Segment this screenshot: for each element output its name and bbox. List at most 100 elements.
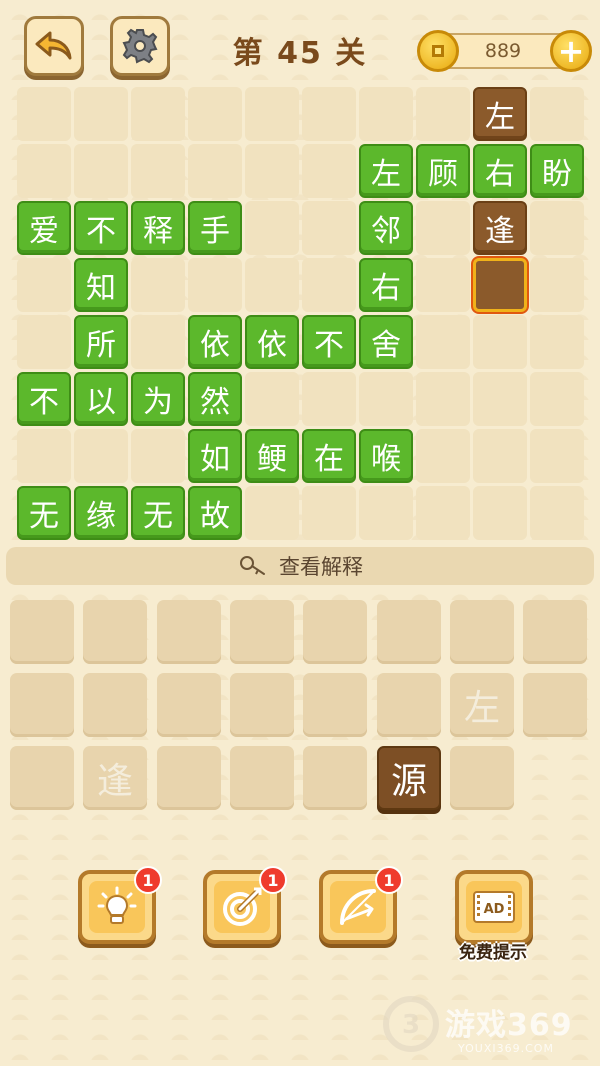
board-tile[interactable]: 不 bbox=[74, 201, 128, 255]
board-empty-cell bbox=[302, 201, 356, 255]
tray-empty-slot bbox=[10, 746, 74, 810]
tray-empty-slot bbox=[303, 600, 367, 664]
board-tile[interactable]: 依 bbox=[245, 315, 299, 369]
board-empty-cell bbox=[131, 429, 185, 483]
svg-text:AD: AD bbox=[484, 902, 505, 917]
board-tile[interactable]: 手 bbox=[188, 201, 242, 255]
board-empty-cell bbox=[302, 372, 356, 426]
tray-empty-slot bbox=[303, 746, 367, 810]
tray-empty-slot bbox=[377, 673, 441, 737]
board-tile[interactable]: 以 bbox=[74, 372, 128, 426]
tray-empty-slot bbox=[83, 673, 147, 737]
tray-empty-slot bbox=[230, 600, 294, 664]
board-empty-cell bbox=[416, 372, 470, 426]
bow-arrow-icon bbox=[340, 889, 376, 925]
board-tile[interactable]: 盼 bbox=[530, 144, 584, 198]
board-empty-cell bbox=[17, 87, 71, 141]
board-tile[interactable]: 舍 bbox=[359, 315, 413, 369]
board-tile[interactable]: 右 bbox=[473, 144, 527, 198]
ad-video-icon: AD bbox=[473, 891, 515, 923]
tray-used-slot: 左 bbox=[450, 673, 514, 737]
board-tile[interactable]: 右 bbox=[359, 258, 413, 312]
board-empty-cell bbox=[245, 87, 299, 141]
back-button[interactable] bbox=[24, 16, 84, 76]
ad-tool-button[interactable]: AD bbox=[455, 870, 533, 944]
free-hint-label: 免费提示 bbox=[459, 943, 527, 963]
board-tile[interactable]: 依 bbox=[188, 315, 242, 369]
board-tile[interactable]: 知 bbox=[74, 258, 128, 312]
add-coins-button[interactable]: + bbox=[550, 30, 592, 72]
board-empty-cell bbox=[530, 486, 584, 540]
board-empty-cell bbox=[416, 486, 470, 540]
board-empty-cell bbox=[530, 315, 584, 369]
tray-empty-slot bbox=[523, 673, 587, 737]
board-empty-cell bbox=[131, 87, 185, 141]
board-tile[interactable]: 不 bbox=[302, 315, 356, 369]
board-tile[interactable]: 缘 bbox=[74, 486, 128, 540]
board-tile[interactable]: 左 bbox=[359, 144, 413, 198]
level-title: 第 45 关 bbox=[232, 36, 368, 71]
character-tray: 左逢 源 bbox=[10, 600, 590, 815]
board-empty-cell bbox=[17, 429, 71, 483]
board-empty-cell bbox=[530, 258, 584, 312]
board-tile[interactable]: 为 bbox=[131, 372, 185, 426]
gear-icon bbox=[122, 28, 158, 64]
board-tile[interactable]: 邻 bbox=[359, 201, 413, 255]
target-tool-button[interactable]: 1 bbox=[203, 866, 287, 944]
board-empty-cell bbox=[74, 144, 128, 198]
board-tile[interactable]: 顾 bbox=[416, 144, 470, 198]
board-empty-cell bbox=[530, 372, 584, 426]
tray-empty-slot bbox=[450, 600, 514, 664]
board-empty-cell bbox=[530, 429, 584, 483]
board-empty-cell bbox=[245, 201, 299, 255]
board-tile[interactable]: 无 bbox=[17, 486, 71, 540]
plus-icon: + bbox=[557, 32, 585, 70]
board-tile[interactable]: 故 bbox=[188, 486, 242, 540]
board-tile[interactable]: 释 bbox=[131, 201, 185, 255]
board-empty-cell bbox=[416, 315, 470, 369]
board-empty-cell bbox=[530, 201, 584, 255]
board-tile[interactable]: 左 bbox=[473, 87, 527, 141]
tray-empty-slot bbox=[83, 600, 147, 664]
board-empty-cell bbox=[131, 144, 185, 198]
board-tile[interactable]: 如 bbox=[188, 429, 242, 483]
board-empty-cell bbox=[302, 144, 356, 198]
board-tile[interactable]: 逢 bbox=[473, 201, 527, 255]
tray-empty-slot bbox=[157, 600, 221, 664]
tray-empty-slot bbox=[303, 673, 367, 737]
board-empty-cell bbox=[473, 429, 527, 483]
board-empty-cell bbox=[359, 372, 413, 426]
tray-empty-slot bbox=[377, 600, 441, 664]
board-tile[interactable]: 鲠 bbox=[245, 429, 299, 483]
target-badge: 1 bbox=[259, 866, 287, 894]
hint-tool-button[interactable]: 1 bbox=[78, 866, 162, 944]
board-empty-cell bbox=[131, 315, 185, 369]
bow-tool-button[interactable]: 1 bbox=[319, 866, 403, 944]
board-tile[interactable]: 喉 bbox=[359, 429, 413, 483]
board-empty-cell bbox=[302, 258, 356, 312]
board-tile[interactable]: 在 bbox=[302, 429, 356, 483]
watermark-logo: 3 bbox=[383, 996, 439, 1052]
board-empty-cell bbox=[245, 258, 299, 312]
board-empty-cell bbox=[188, 144, 242, 198]
board-empty-cell bbox=[74, 429, 128, 483]
board-empty-cell bbox=[245, 486, 299, 540]
tray-char-tile[interactable]: 源 bbox=[377, 746, 441, 810]
board-empty-cell bbox=[416, 258, 470, 312]
tray-empty-slot bbox=[10, 600, 74, 664]
board-empty-cell bbox=[74, 87, 128, 141]
board-empty-cell bbox=[473, 486, 527, 540]
board-tile[interactable]: 爱 bbox=[17, 201, 71, 255]
board-empty-cell bbox=[530, 87, 584, 141]
board-tile[interactable]: 不 bbox=[17, 372, 71, 426]
puzzle-board: 左左顾右盼爱不释手邻逢知右所依依不舍不以为然如鲠在喉无缘无故 bbox=[17, 87, 585, 540]
tray-empty-slot bbox=[157, 673, 221, 737]
target-icon bbox=[223, 887, 262, 926]
settings-button[interactable] bbox=[110, 16, 170, 76]
board-tile[interactable]: 然 bbox=[188, 372, 242, 426]
selected-blank-cell[interactable] bbox=[473, 258, 527, 312]
board-tile[interactable]: 无 bbox=[131, 486, 185, 540]
tray-empty-slot bbox=[230, 746, 294, 810]
view-explanation-button[interactable]: 查看解释 bbox=[6, 547, 594, 585]
board-tile[interactable]: 所 bbox=[74, 315, 128, 369]
